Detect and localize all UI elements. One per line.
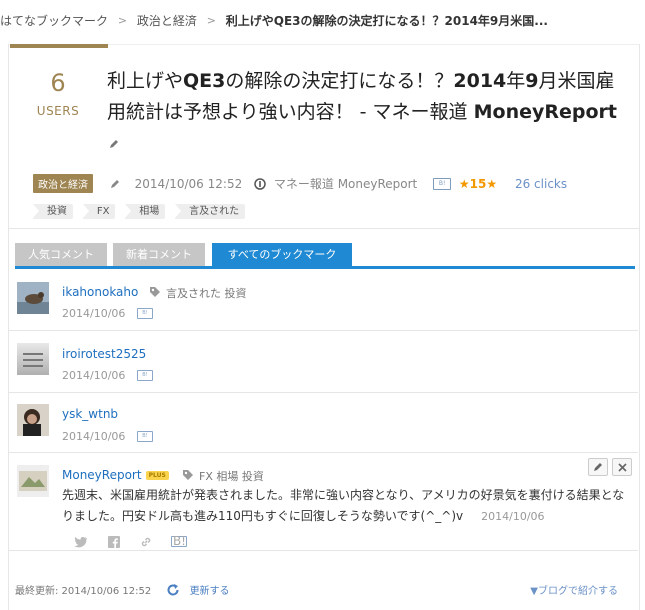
title-part: 年	[506, 70, 526, 92]
tab-new-comments[interactable]: 新着コメント	[113, 243, 205, 267]
hatena-bookmark-icon[interactable]: B!	[137, 431, 153, 442]
tag-icon	[183, 470, 193, 480]
breadcrumb-separator: >	[117, 14, 128, 27]
bookmark-item: MoneyReport PLUS FX 相場 投資 先週末、米国雇用統計が発表され…	[8, 453, 638, 551]
bookmark-comment: 先週末、米国雇用統計が発表されました。非常に強い内容となり、アメリカの好景気を裏…	[62, 485, 632, 527]
link-icon[interactable]	[140, 536, 152, 548]
plus-badge: PLUS	[145, 471, 169, 480]
tag[interactable]: FX	[82, 204, 116, 219]
bookmark-item: ysk_wtnb 2014/10/06 B!	[8, 393, 638, 453]
star-count[interactable]: ★15★	[459, 177, 497, 191]
bookmark-item: iroirotest2525 2014/10/06 B!	[8, 331, 638, 393]
entry-date: 2014/10/06 12:52	[134, 176, 243, 191]
breadcrumb-separator: >	[206, 14, 216, 27]
bookmark-tags[interactable]: FX 相場 投資	[199, 468, 264, 484]
title-part: 2014	[453, 70, 507, 92]
avatar[interactable]	[17, 343, 49, 375]
avatar-image	[17, 404, 49, 436]
category-badge[interactable]: 政治と経済	[33, 174, 93, 193]
facebook-icon[interactable]	[107, 535, 120, 548]
bookmark-username[interactable]: MoneyReport PLUS	[62, 468, 169, 482]
tab-popular-comments[interactable]: 人気コメント	[15, 243, 107, 267]
tag[interactable]: 相場	[125, 204, 166, 219]
bookmark-date[interactable]: 2014/10/06	[62, 307, 125, 320]
refresh-icon[interactable]	[166, 583, 180, 597]
close-icon	[617, 462, 627, 472]
bookmark-tags[interactable]: 言及された 投資	[166, 285, 247, 301]
twitter-icon[interactable]	[74, 536, 88, 548]
footer: 最終更新: 2014/10/06 12:52 更新する ▼ブログで紹介する	[15, 582, 630, 598]
bookmark-date[interactable]: 2014/10/06	[62, 430, 125, 443]
hatena-bookmark-icon[interactable]: B!	[137, 308, 153, 319]
avatar[interactable]	[17, 282, 49, 314]
share-buttons: B!	[74, 534, 201, 548]
breadcrumb-current: 利上げやQE3の解除の決定打になる！？2014年9月米国...	[225, 14, 548, 28]
bookmark-date[interactable]: 2014/10/06	[481, 510, 544, 523]
breadcrumb-category[interactable]: 政治と経済	[137, 12, 197, 29]
hatena-bookmark-icon[interactable]: B!	[433, 177, 452, 190]
blog-intro-link[interactable]: ▼ブログで紹介する	[530, 582, 618, 597]
avatar-image	[17, 282, 49, 314]
entry-tags: 投資 FX 相場 言及された	[33, 203, 251, 219]
bookmark-username[interactable]: ikahonokaho	[62, 285, 138, 299]
delete-bookmark-button[interactable]	[612, 458, 632, 476]
click-count: 26 clicks	[514, 176, 568, 191]
entry-meta: 政治と経済 2014/10/06 12:52 マネー報道 MoneyReport…	[33, 174, 568, 193]
users-label: USERS	[36, 104, 80, 118]
edit-title-icon[interactable]	[109, 139, 119, 149]
tag[interactable]: 投資	[33, 204, 73, 219]
breadcrumb: はてなブックマーク > 政治と経済 > 利上げやQE3の解除の決定打になる！？2…	[0, 12, 548, 30]
bookmark-item: ikahonokaho 言及された 投資 2014/10/06 B!	[8, 269, 638, 331]
title-part: 利上げや	[107, 70, 184, 92]
card-accent-bar	[10, 44, 108, 48]
refresh-link[interactable]: 更新する	[190, 582, 230, 597]
users-count: 6	[50, 69, 66, 97]
title-part: MoneyReport	[473, 101, 617, 123]
edit-bookmark-button[interactable]	[588, 458, 608, 476]
avatar[interactable]	[17, 465, 49, 497]
section-divider	[8, 228, 640, 229]
bookmark-date[interactable]: 2014/10/06	[62, 369, 125, 382]
users-count-box[interactable]: 6 USERS	[28, 70, 88, 118]
tab-all-bookmarks[interactable]: すべてのブックマーク	[212, 243, 352, 267]
bookmark-username-text: MoneyReport	[62, 468, 142, 482]
last-updated: 最終更新: 2014/10/06 12:52	[15, 586, 152, 597]
pencil-icon	[110, 179, 119, 188]
bookmark-username[interactable]: ysk_wtnb	[62, 407, 118, 421]
title-part: の解除の決定打になる！？	[225, 70, 454, 92]
site-icon	[254, 177, 266, 190]
avatar-image	[17, 465, 49, 497]
title-part: 9	[525, 70, 539, 92]
entry-site[interactable]: マネー報道 MoneyReport	[274, 175, 417, 192]
breadcrumb-home[interactable]: はてなブックマーク	[0, 12, 108, 29]
avatar[interactable]	[17, 404, 49, 436]
tag-icon	[150, 287, 160, 297]
tag[interactable]: 言及された	[175, 204, 246, 219]
title-part: QE3	[183, 70, 226, 92]
pencil-icon	[594, 463, 602, 471]
bookmark-username[interactable]: iroirotest2525	[62, 347, 146, 361]
hatena-bookmark-icon[interactable]: B!	[171, 535, 188, 547]
avatar-image	[17, 343, 49, 375]
hatena-bookmark-icon[interactable]: B!	[137, 370, 153, 381]
entry-title[interactable]: 利上げやQE3の解除の決定打になる！？2014年9月米国雇用統計は予想より強い内…	[107, 66, 627, 159]
